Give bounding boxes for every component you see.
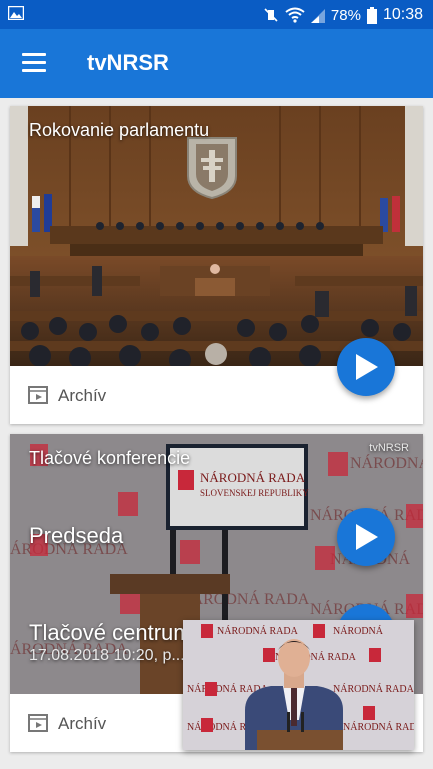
svg-text:NÁRODNÁ RADA: NÁRODNÁ RADA — [217, 625, 299, 637]
item-title-predseda[interactable]: Predseda — [29, 523, 123, 549]
status-bar: 78% 10:38 — [0, 0, 433, 29]
card-parliament-session[interactable]: Rokovanie parlamentu Archív — [10, 106, 423, 424]
app-title: tvNRSR — [87, 50, 169, 75]
svg-text:SLOVENSKEJ REPUBLIKY: SLOVENSKEJ REPUBLIKY — [200, 488, 309, 498]
signal-icon — [310, 9, 325, 23]
item-date: 17.08.2018 10:20, p... — [29, 647, 185, 664]
parliament-hall-image[interactable]: Rokovanie parlamentu — [10, 106, 423, 366]
pip-video-player[interactable]: NÁRODNÁ RADA NÁRODNÁ NÁRODNÁ RADA NÁRODN… — [183, 620, 414, 750]
card-title: Tlačové konferencie — [29, 448, 191, 468]
battery-percent: 78% — [330, 6, 361, 24]
play-button-predseda[interactable] — [337, 508, 395, 566]
film-archive-icon — [28, 714, 48, 732]
battery-icon — [366, 6, 377, 24]
wifi-icon — [285, 7, 305, 23]
image-notification-icon — [8, 6, 24, 20]
channel-watermark: tvNRSR — [369, 442, 409, 454]
svg-text:NÁRODNÁ RADA: NÁRODNÁ RADA — [333, 683, 414, 695]
item-title-press-center[interactable]: Tlačové centrum — [29, 620, 192, 646]
svg-text:NÁRODNÁ RADA: NÁRODNÁ RADA — [343, 721, 414, 733]
app-bar: tvNRSR — [0, 29, 433, 98]
hamburger-menu-icon[interactable] — [22, 53, 46, 73]
archive-link[interactable]: Archív — [58, 714, 106, 734]
clock: 10:38 — [382, 6, 423, 23]
svg-text:NÁRODNÁ: NÁRODNÁ — [333, 625, 384, 637]
film-archive-icon — [28, 386, 48, 404]
card-footer[interactable]: Archív — [10, 366, 423, 424]
archive-link[interactable]: Archív — [58, 386, 106, 406]
mute-icon — [264, 8, 278, 22]
card-title: Rokovanie parlamentu — [29, 120, 210, 140]
play-icon — [356, 524, 378, 550]
svg-text:NÁRODNÁ: NÁRODNÁ — [350, 453, 423, 472]
svg-text:NÁRODNÁ RADA: NÁRODNÁ RADA — [200, 470, 306, 485]
